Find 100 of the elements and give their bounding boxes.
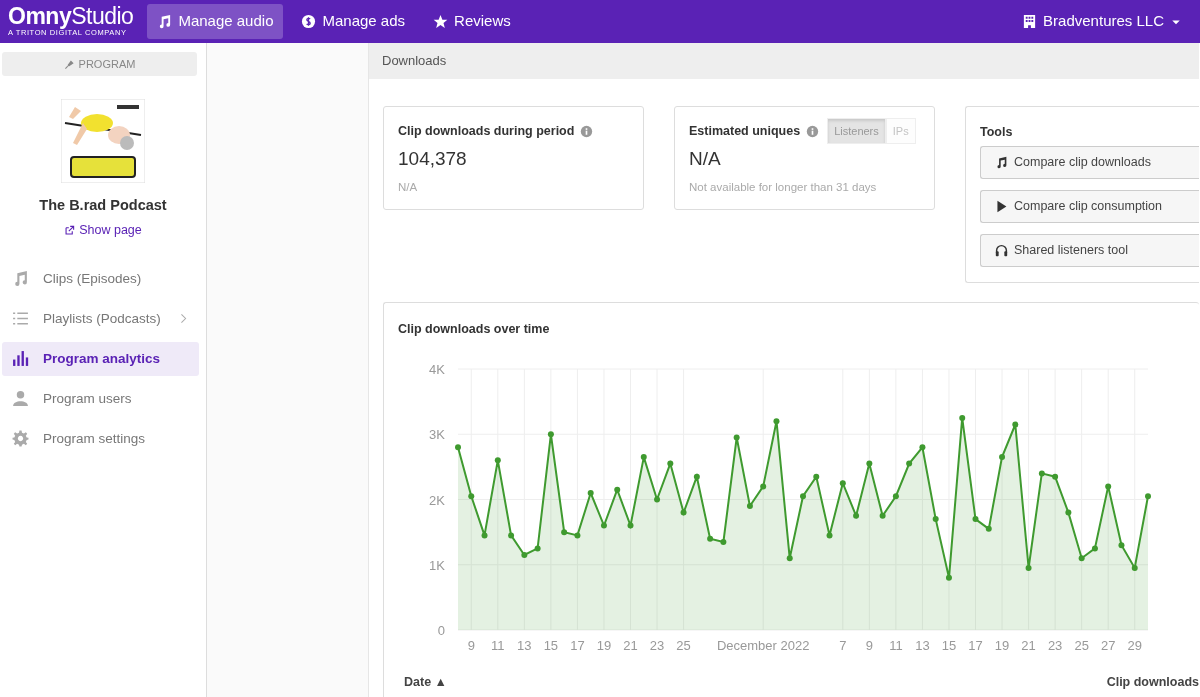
- data-point: [945, 574, 952, 581]
- data-point: [667, 460, 674, 467]
- data-point: [999, 453, 1006, 460]
- stat-value: 104,378: [398, 147, 468, 171]
- bar-chart-icon: [12, 350, 29, 368]
- star-icon: [433, 14, 449, 29]
- axis-label: 9: [467, 637, 475, 653]
- axis-label: 23: [1047, 637, 1063, 653]
- data-point: [826, 532, 833, 539]
- data-point: [906, 460, 913, 467]
- axis-label: 27: [1100, 637, 1116, 653]
- nav-tab[interactable]: Reviews: [423, 4, 521, 39]
- data-point: [800, 493, 806, 499]
- data-point: [640, 453, 647, 460]
- data-point: [574, 532, 581, 539]
- axis-label: 0: [437, 622, 445, 638]
- axis-label: 23: [649, 637, 665, 653]
- data-point: [866, 460, 873, 467]
- sidebar-item[interactable]: Program analytics: [2, 341, 199, 376]
- axis-label: 13: [517, 637, 532, 653]
- axis-label: 11: [889, 637, 903, 653]
- data-point: [1065, 509, 1072, 516]
- data-point: [892, 493, 899, 499]
- logo-text: OmnyStudio: [8, 4, 134, 27]
- data-point: [1091, 545, 1098, 552]
- play-icon: [995, 199, 1008, 213]
- data-point: [853, 512, 860, 519]
- music-note-icon: [995, 155, 1008, 169]
- data-point: [773, 417, 780, 424]
- data-point: [547, 431, 554, 437]
- data-point: [786, 555, 793, 561]
- page-title: Downloads: [382, 52, 447, 71]
- axis-label: 2K: [429, 492, 445, 508]
- data-point: [561, 528, 568, 535]
- data-point: [614, 486, 621, 493]
- nav-tab[interactable]: Manage audio: [147, 4, 284, 39]
- sidebar-item[interactable]: Clips (Episodes): [2, 261, 199, 296]
- music-note-icon: [157, 14, 173, 29]
- data-point: [481, 532, 488, 539]
- info-icon: [806, 124, 820, 138]
- data-point: [1012, 421, 1019, 428]
- data-point: [521, 551, 528, 558]
- sidebar-item[interactable]: Program settings: [2, 421, 199, 456]
- axis-label: 17: [570, 637, 585, 653]
- show-page-link[interactable]: Show page: [64, 220, 142, 240]
- axis-label: 25: [1074, 637, 1089, 653]
- axis-label: 15: [941, 637, 957, 653]
- axis-label: 1K: [429, 557, 445, 573]
- axis-label: 3K: [429, 427, 445, 442]
- data-point: [654, 496, 661, 503]
- chart-title: Clip downloads over time: [397, 321, 551, 338]
- dollar-icon: [301, 14, 317, 29]
- data-point: [720, 538, 727, 545]
- axis-label: 29: [1127, 637, 1142, 653]
- column-header[interactable]: Clip downloads: [1106, 672, 1199, 692]
- tool-button[interactable]: Shared listeners tool: [980, 233, 1199, 267]
- data-point: [494, 457, 501, 464]
- data-point: [746, 502, 753, 509]
- axis-label: 7: [839, 637, 847, 653]
- sidebar-item[interactable]: Playlists (Podcasts): [2, 301, 199, 336]
- data-point: [1131, 564, 1138, 571]
- stat-title: Estimated uniques: [689, 122, 801, 140]
- data-point: [534, 545, 541, 552]
- axis-label: 9: [865, 637, 873, 653]
- data-point: [959, 414, 966, 421]
- axis-label: 21: [1021, 637, 1036, 653]
- tool-button[interactable]: Compare clip consumption: [980, 189, 1199, 223]
- data-point: [1078, 555, 1085, 561]
- axis-label: 4K: [429, 361, 445, 377]
- gear-icon: [12, 430, 29, 448]
- data-point: [587, 489, 594, 496]
- data-point: [455, 444, 461, 451]
- axis-label: 15: [543, 637, 559, 653]
- column-header[interactable]: Date ▲: [404, 672, 447, 692]
- stat-note: N/A: [398, 179, 419, 195]
- data-point: [600, 522, 607, 529]
- data-point: [627, 522, 634, 529]
- sidebar-item[interactable]: Program users: [2, 381, 199, 416]
- account-menu[interactable]: Bradventures LLC: [1016, 9, 1192, 34]
- nav-tab[interactable]: Manage ads: [291, 4, 416, 39]
- data-point: [919, 444, 926, 451]
- data-point: [985, 525, 992, 532]
- stat-note: Not available for longer than 31 days: [689, 179, 878, 195]
- music-note-icon: [12, 270, 29, 288]
- data-point: [839, 479, 846, 486]
- tool-button[interactable]: Compare clip downloads: [980, 145, 1199, 179]
- stat-value: N/A: [689, 147, 722, 171]
- building-icon: [1022, 14, 1038, 29]
- tools-title: Tools: [980, 124, 1014, 141]
- data-point: [932, 515, 939, 522]
- info-icon: [580, 124, 594, 138]
- external-link-icon: [64, 224, 76, 236]
- data-point: [508, 532, 515, 539]
- axis-label: 11: [491, 637, 505, 653]
- data-point: [760, 483, 767, 490]
- data-point: [468, 493, 475, 499]
- program-title: The B.rad Podcast: [38, 196, 168, 215]
- data-point: [1105, 483, 1112, 490]
- data-point: [972, 515, 979, 522]
- axis-label: 17: [968, 637, 983, 653]
